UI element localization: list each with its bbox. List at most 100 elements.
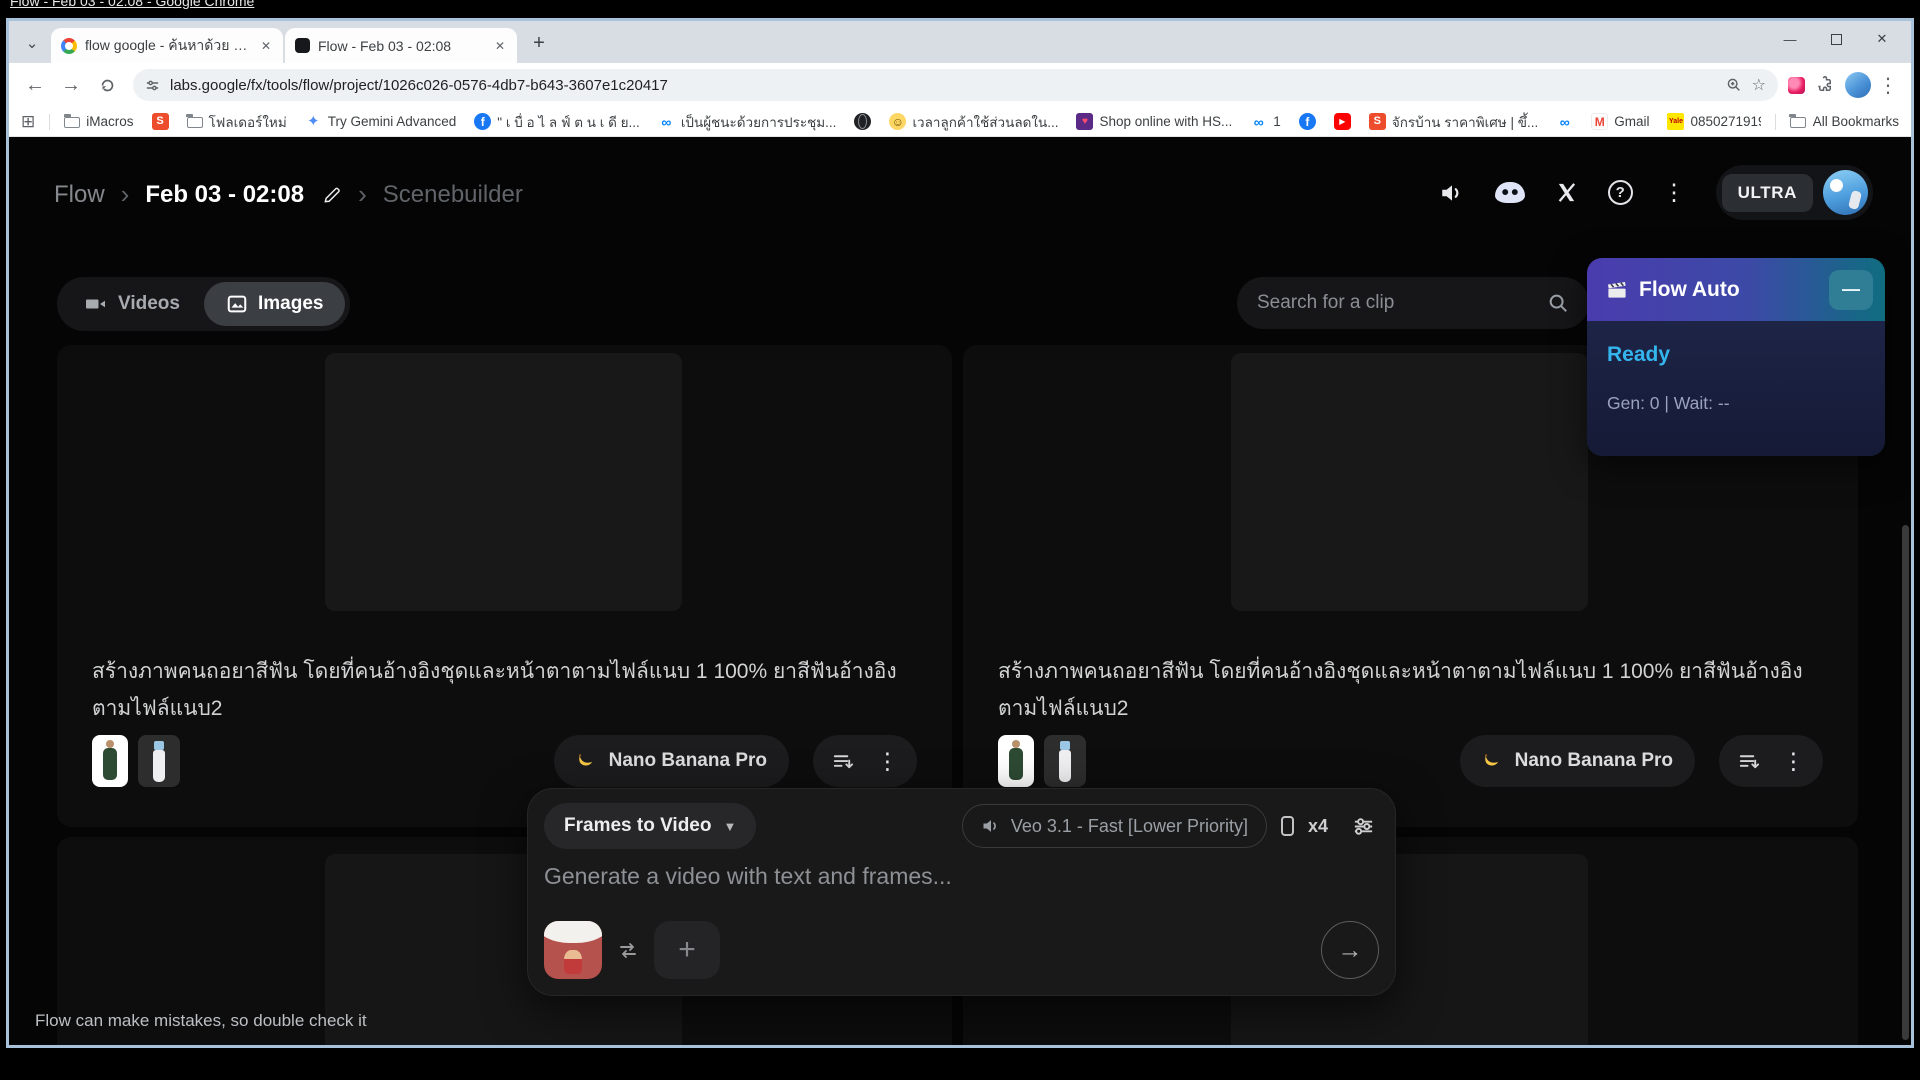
generated-image[interactable] — [1231, 353, 1588, 611]
breadcrumb-page[interactable]: Scenebuilder — [383, 181, 523, 209]
bookmark-item[interactable]: เวลาลูกค้าใช้ส่วนลดใน... — [889, 111, 1058, 133]
tab-title: Flow - Feb 03 - 02:08 — [318, 38, 483, 54]
mode-dropdown[interactable]: Frames to Video ▼ — [544, 803, 756, 849]
image-icon — [226, 293, 248, 315]
bookmark-item[interactable]: เป็นผู้ชนะด้วยการประชุม... — [658, 111, 837, 133]
reload-button[interactable] — [91, 69, 123, 101]
tab-videos[interactable]: Videos — [62, 282, 202, 326]
zoom-page-icon[interactable] — [1726, 77, 1742, 93]
card-menu-icon[interactable]: ⋮ — [1782, 748, 1805, 775]
new-tab-button[interactable]: + — [525, 29, 553, 57]
breadcrumb: Flow › Feb 03 - 02:08 › Scenebuilder — [54, 179, 523, 210]
facebook-icon — [474, 113, 491, 130]
tune-icon[interactable] — [1352, 815, 1375, 838]
bookmark-item[interactable] — [854, 113, 871, 130]
bookmark-item[interactable] — [1299, 113, 1316, 130]
chrome-window: ⌄ flow google - ค้นหาด้วย Google ✕ Flow … — [6, 18, 1914, 1048]
bookmark-item[interactable]: Shop online with HS... — [1076, 113, 1232, 130]
flow-auto-header[interactable]: Flow Auto — — [1587, 258, 1885, 321]
maximize-button[interactable] — [1813, 21, 1859, 57]
gemini-icon — [305, 113, 322, 130]
reference-thumb-toothpaste[interactable] — [138, 735, 180, 787]
edit-title-icon[interactable] — [322, 185, 342, 205]
card-menu-icon[interactable]: ⋮ — [876, 748, 899, 775]
card-actions: ⋮ — [1719, 735, 1823, 787]
browser-tab-flow[interactable]: Flow - Feb 03 - 02:08 ✕ — [285, 28, 517, 63]
mode-label: Frames to Video — [564, 815, 711, 837]
scrollbar[interactable] — [1902, 525, 1909, 1040]
smiley-icon — [889, 113, 906, 130]
user-avatar[interactable] — [1823, 170, 1868, 215]
project-title[interactable]: Feb 03 - 02:08 — [145, 181, 304, 209]
bookmark-item[interactable]: Try Gemini Advanced — [305, 113, 457, 130]
heart-icon — [1076, 113, 1093, 130]
divider — [1775, 114, 1776, 130]
reference-thumb-person[interactable] — [998, 735, 1034, 787]
prompt-input[interactable] — [544, 863, 1379, 890]
browser-tab-search[interactable]: flow google - ค้นหาด้วย Google ✕ — [51, 28, 283, 63]
bookmark-item[interactable] — [152, 113, 169, 130]
browser-toolbar: ← → labs.google/fx/tools/flow/project/10… — [9, 63, 1911, 107]
back-button[interactable]: ← — [19, 69, 51, 101]
x-twitter-icon[interactable] — [1555, 181, 1578, 204]
add-frame-button[interactable]: + — [654, 921, 720, 979]
model-name: Nano Banana Pro — [609, 750, 767, 772]
flow-auto-stats: Gen: 0 | Wait: -- — [1607, 393, 1865, 414]
generated-image[interactable] — [325, 353, 682, 611]
tab-search-button[interactable]: ⌄ — [17, 28, 47, 58]
prompt-caption: สร้างภาพคนถอยาสีฟัน โดยที่คนอ้างอิงชุดแล… — [92, 653, 914, 727]
bookmark-item[interactable]: Gmail — [1591, 113, 1649, 130]
shopee-icon — [1369, 113, 1386, 130]
generate-button[interactable]: → — [1321, 921, 1379, 979]
output-count[interactable]: x4 — [1308, 816, 1328, 837]
swap-frames-icon[interactable] — [616, 938, 640, 962]
browser-menu-icon[interactable]: ⋮ — [1875, 73, 1901, 98]
add-to-queue-icon[interactable] — [1737, 750, 1760, 773]
disclaimer-text: Flow can make mistakes, so double check … — [35, 1011, 367, 1031]
tab-close-icon[interactable]: ✕ — [491, 37, 509, 55]
breadcrumb-home[interactable]: Flow — [54, 181, 105, 209]
prompt-input-wrap — [544, 863, 1379, 890]
more-options-icon[interactable]: ⋮ — [1663, 179, 1686, 206]
bookmark-item[interactable] — [1334, 113, 1351, 130]
site-info-icon[interactable] — [145, 78, 160, 93]
reference-thumb-person[interactable] — [92, 735, 128, 787]
help-icon[interactable]: ? — [1608, 180, 1633, 205]
model-selector[interactable]: Veo 3.1 - Fast [Lower Priority] — [962, 804, 1267, 848]
card-actions: ⋮ — [813, 735, 917, 787]
close-button[interactable]: ✕ — [1859, 21, 1905, 57]
bookmark-item[interactable]: iMacros — [64, 114, 133, 129]
minimize-button[interactable]: — — [1767, 21, 1813, 57]
header-actions: ? ⋮ ULTRA — [1439, 165, 1873, 220]
extensions-puzzle-icon[interactable] — [1809, 69, 1841, 101]
reference-thumb-toothpaste[interactable] — [1044, 735, 1086, 787]
model-pill[interactable]: Nano Banana Pro — [1460, 735, 1695, 787]
all-bookmarks-button[interactable]: All Bookmarks — [1790, 114, 1899, 129]
extension-icon[interactable] — [1788, 77, 1805, 94]
bookmark-item[interactable]: จักรบ้าน ราคาพิเศษ | ขึ้... — [1369, 111, 1538, 133]
bookmark-item[interactable] — [1556, 113, 1573, 130]
bookmark-item[interactable]: 1 — [1250, 113, 1281, 130]
bookmark-item[interactable]: โฟลเดอร์ใหม่ — [187, 111, 287, 133]
tab-images[interactable]: Images — [204, 282, 345, 326]
volume-icon[interactable] — [1439, 180, 1465, 206]
attached-frame-thumb[interactable] — [544, 921, 602, 979]
bookmark-item[interactable]: " เ บื่ อ ไ ล ฟ์ ต น เ ดี ย... — [474, 111, 640, 133]
bookmark-star-icon[interactable]: ☆ — [1752, 75, 1766, 95]
audio-icon — [981, 816, 1001, 836]
maximize-icon — [1831, 34, 1842, 45]
forward-button[interactable]: → — [55, 69, 87, 101]
url-bar[interactable]: labs.google/fx/tools/flow/project/1026c0… — [133, 69, 1778, 101]
clip-search[interactable] — [1237, 277, 1589, 329]
profile-avatar[interactable] — [1845, 72, 1871, 98]
image-card[interactable]: สร้างภาพคนถอยาสีฟัน โดยที่คนอ้างอิงชุดแล… — [57, 345, 952, 827]
discord-icon[interactable] — [1495, 182, 1525, 203]
add-to-queue-icon[interactable] — [831, 750, 854, 773]
tab-close-icon[interactable]: ✕ — [257, 37, 275, 55]
flow-auto-minimize-button[interactable]: — — [1829, 270, 1873, 310]
clip-search-input[interactable] — [1257, 292, 1537, 314]
bookmark-item[interactable]: 0850271919 — [1667, 113, 1760, 130]
apps-grid-icon[interactable]: ⊞ — [21, 112, 35, 132]
model-pill[interactable]: Nano Banana Pro — [554, 735, 789, 787]
aspect-ratio-icon[interactable] — [1281, 816, 1294, 836]
